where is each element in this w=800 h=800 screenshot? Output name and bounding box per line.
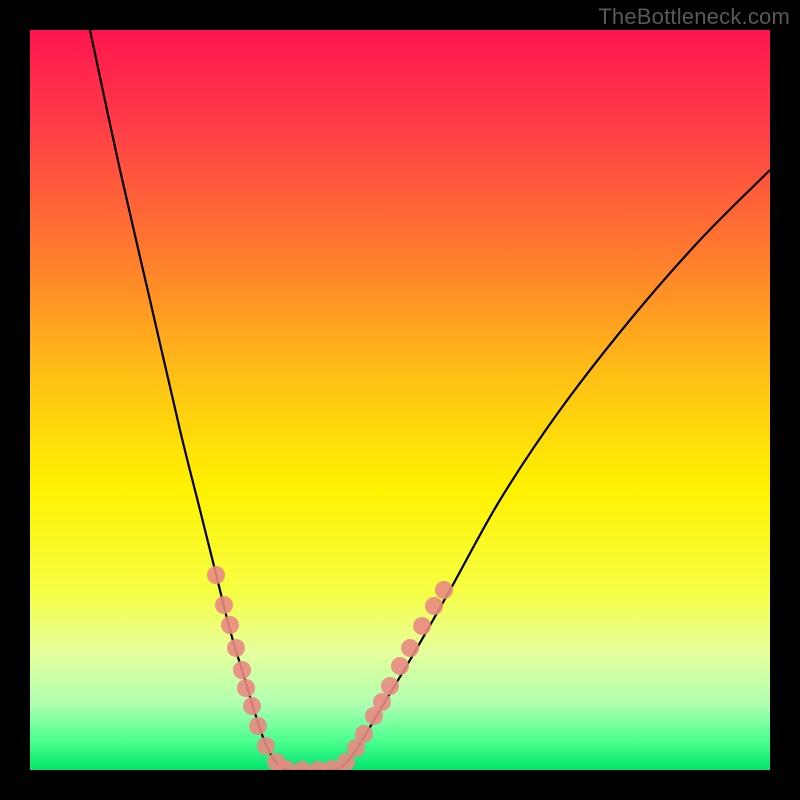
data-marker xyxy=(355,725,373,743)
watermark-text: TheBottleneck.com xyxy=(598,4,790,30)
chart-frame: TheBottleneck.com xyxy=(0,0,800,800)
data-marker xyxy=(215,596,233,614)
data-marker xyxy=(221,616,239,634)
chart-svg xyxy=(30,30,770,770)
data-marker xyxy=(401,639,419,657)
plot-area xyxy=(30,30,770,770)
data-marker xyxy=(243,697,261,715)
data-marker xyxy=(391,657,409,675)
data-marker xyxy=(249,717,267,735)
data-marker xyxy=(435,581,453,599)
data-marker xyxy=(257,737,275,755)
data-marker xyxy=(233,661,251,679)
data-marker xyxy=(413,617,431,635)
data-marker xyxy=(227,639,245,657)
data-marker xyxy=(373,693,391,711)
data-marker xyxy=(237,679,255,697)
data-marker xyxy=(207,566,225,584)
data-marker xyxy=(381,677,399,695)
data-marker xyxy=(425,597,443,615)
